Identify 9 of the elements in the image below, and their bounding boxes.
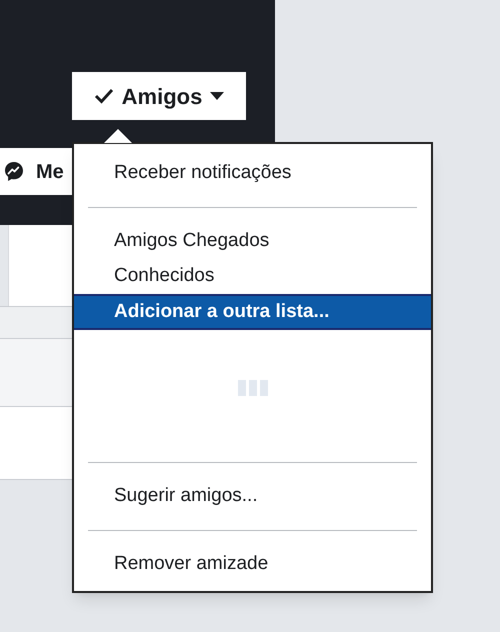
menu-item[interactable]: Sugerir amigos... bbox=[74, 479, 431, 514]
menu-item[interactable]: Adicionar a outra lista... bbox=[74, 294, 431, 330]
messenger-icon bbox=[4, 160, 24, 182]
menu-item[interactable]: Remover amizade bbox=[74, 547, 431, 582]
menu-item[interactable]: Conhecidos bbox=[74, 259, 431, 294]
friends-button[interactable]: Amigos bbox=[72, 72, 246, 120]
caret-icon bbox=[210, 92, 224, 100]
menu-item[interactable]: Amigos Chegados bbox=[74, 224, 431, 259]
loading-icon bbox=[238, 379, 268, 397]
